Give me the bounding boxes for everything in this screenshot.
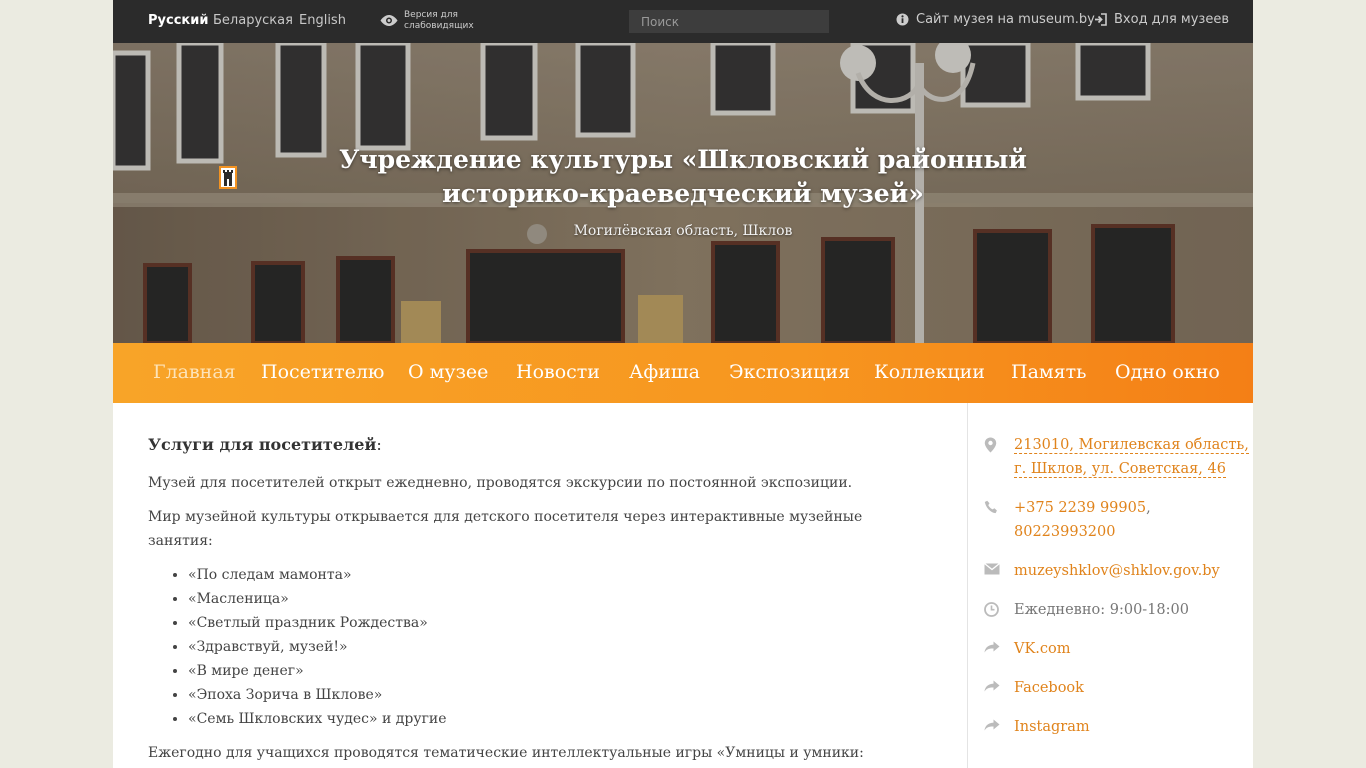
phone-link-2[interactable]: 80223993200 (1014, 524, 1115, 540)
location-pin-icon (984, 437, 997, 453)
vk-link[interactable]: VK.com (1014, 641, 1071, 657)
list-item: «Светлый праздник Рождества» (188, 611, 447, 635)
facebook-link[interactable]: Facebook (1014, 680, 1084, 696)
opening-hours: Ежедневно: 9:00-18:00 (1014, 602, 1189, 618)
lessons-list: «По следам мамонта» «Масленица» «Светлый… (188, 563, 447, 731)
info-icon (896, 13, 909, 26)
phone-icon (984, 500, 997, 514)
address-item: 213010, Могилевская область, г. Шклов, у… (968, 433, 1249, 485)
nav-item-memory[interactable]: Память (1011, 361, 1087, 383)
lang-english[interactable]: English (299, 13, 346, 28)
share-arrow-icon (984, 680, 1000, 692)
list-item: «По следам мамонта» (188, 563, 447, 587)
list-item: «В мире денег» (188, 659, 447, 683)
nav-item-home[interactable]: Главная (153, 361, 236, 383)
section-heading: Услуги для посетителей: (148, 435, 382, 454)
list-item: «Семь Шкловских чудес» и другие (188, 707, 447, 731)
email-link[interactable]: muzeyshklov@shklov.gov.by (1014, 563, 1220, 579)
museum-title: Учреждение культуры «Шкловский районный … (339, 145, 1027, 208)
phone-link-1[interactable]: +375 2239 99905 (1014, 500, 1146, 516)
share-arrow-icon (984, 641, 1000, 653)
low-vision-label: Версия для слабовидящих (404, 10, 474, 31)
list-item: «Эпоха Зорича в Шклове» (188, 683, 447, 707)
nav-item-visitor[interactable]: Посетителю (261, 361, 384, 383)
eye-icon (380, 15, 398, 26)
nav-item-collections[interactable]: Коллекции (874, 361, 985, 383)
nav-item-events[interactable]: Афиша (629, 361, 700, 383)
list-item: «Здравствуй, музей!» (188, 635, 447, 659)
paragraph: Мир музейной культуры открывается для де… (148, 509, 863, 549)
instagram-link[interactable]: Instagram (1014, 719, 1090, 735)
envelope-icon (984, 563, 1000, 575)
page: Русский Беларуская English Версия для сл… (113, 0, 1253, 768)
hero-banner: Учреждение культуры «Шкловский районный … (113, 43, 1253, 343)
address-link[interactable]: 213010, Могилевская область, г. Шклов, у… (1014, 437, 1249, 478)
nav-item-news[interactable]: Новости (516, 361, 600, 383)
paragraph: Музей для посетителей открыт ежедневно, … (148, 475, 853, 491)
nav-item-about[interactable]: О музее (408, 361, 488, 383)
clock-icon (984, 602, 999, 617)
list-item: «Масленица» (188, 587, 447, 611)
login-icon (1095, 13, 1107, 26)
museum-location: Могилёвская область, Шклов (573, 223, 793, 239)
main-nav: Главная Посетителю О музее Новости Афиша… (113, 343, 1253, 403)
search-input[interactable] (629, 10, 829, 33)
contact-sidebar: 213010, Могилевская область, г. Шклов, у… (967, 403, 1253, 768)
paragraph: Ежегодно для учащихся проводятся тематич… (148, 745, 864, 761)
top-bar: Русский Беларуская English Версия для сл… (113, 0, 1253, 43)
tower-icon (223, 170, 233, 186)
lang-russian[interactable]: Русский (148, 13, 208, 28)
share-arrow-icon (984, 719, 1000, 731)
phone-item: +375 2239 99905, 80223993200 (968, 496, 1248, 548)
museum-logo[interactable] (219, 166, 237, 189)
lang-belarusian[interactable]: Беларуская (213, 13, 293, 28)
nav-item-one-window[interactable]: Одно окно (1115, 361, 1220, 383)
nav-item-exposition[interactable]: Экспозиция (729, 361, 850, 383)
